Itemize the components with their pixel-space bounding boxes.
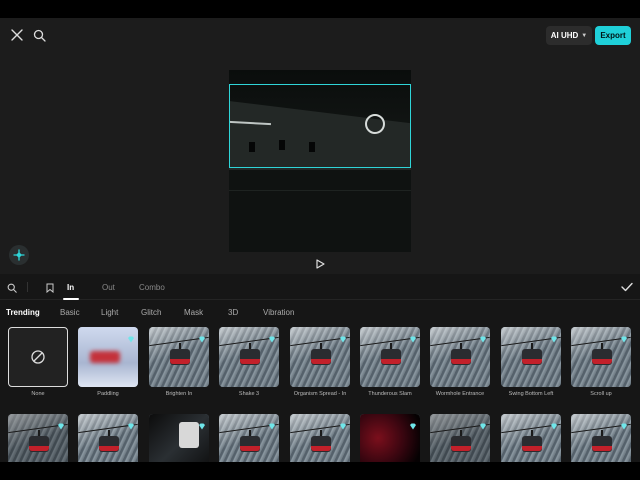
tab-out[interactable]: Out: [102, 283, 115, 292]
cable-car: [170, 349, 190, 365]
crop-selection-box[interactable]: [229, 84, 411, 168]
cable-car: [311, 349, 331, 365]
tab-row: [0, 274, 640, 300]
quality-dropdown[interactable]: AI UHD ▼: [546, 26, 592, 45]
cable-car: [311, 436, 331, 452]
cable-car: [240, 436, 260, 452]
effect-label: Paddling: [97, 391, 119, 397]
effect-label: Swing Bottom Left: [508, 391, 554, 397]
category-basic[interactable]: Basic: [60, 308, 80, 317]
effect-label: Thunderous Slam: [368, 391, 412, 397]
diamond-icon: [198, 417, 206, 430]
cable-car: [522, 436, 542, 452]
preview-lower: [229, 170, 411, 252]
diamond-icon: [409, 417, 417, 430]
chevron-down-icon: ▼: [581, 32, 588, 39]
effect-tile[interactable]: [571, 327, 631, 387]
preview-line: [229, 190, 411, 191]
category-vibration[interactable]: Vibration: [263, 308, 294, 317]
keyframe-button[interactable]: [9, 245, 29, 265]
diamond-icon: [620, 330, 628, 343]
cable-car: [451, 349, 471, 365]
active-tab-indicator: [63, 298, 79, 300]
effect-label: Organism Spread - In: [293, 391, 347, 397]
bookmark-icon: [46, 283, 54, 293]
cable-car: [381, 349, 401, 365]
close-button[interactable]: [8, 26, 26, 44]
none-icon: [31, 350, 45, 364]
bottom-bar: [0, 462, 640, 480]
diamond-icon: [550, 417, 558, 430]
cable-car: [90, 351, 120, 363]
divider: [27, 282, 28, 292]
cable-car: [522, 349, 542, 365]
effect-tile[interactable]: [78, 327, 138, 387]
diamond-icon: [198, 330, 206, 343]
close-icon: [11, 29, 23, 41]
category-trending[interactable]: Trending: [6, 308, 40, 317]
effect-label: Wormhole Entrance: [435, 391, 485, 397]
export-button[interactable]: Export: [595, 26, 631, 45]
search-button[interactable]: [30, 26, 48, 44]
diamond-icon: [479, 330, 487, 343]
tab-combo[interactable]: Combo: [139, 283, 165, 292]
diamond-icon: [268, 417, 276, 430]
tab-in[interactable]: In: [67, 283, 74, 292]
cable-car: [29, 436, 49, 452]
cable-car: [592, 436, 612, 452]
diamond-icon: [620, 417, 628, 430]
favorites-button[interactable]: [43, 281, 57, 295]
diamond-icon: [550, 330, 558, 343]
play-button[interactable]: [311, 255, 329, 273]
effect-none-tile[interactable]: [8, 327, 68, 387]
category-mask[interactable]: Mask: [184, 308, 203, 317]
effect-label: Shake 3: [238, 391, 260, 397]
effect-tile[interactable]: [430, 327, 490, 387]
search-icon: [33, 29, 46, 42]
diamond-icon: [479, 417, 487, 430]
diamond-icon: [409, 330, 417, 343]
effect-tile[interactable]: [501, 327, 561, 387]
diamond-icon: [339, 417, 347, 430]
quality-label: AI UHD: [550, 31, 579, 40]
category-3d[interactable]: 3D: [228, 308, 238, 317]
diamond-icon: [127, 330, 135, 343]
panel-search-button[interactable]: [5, 281, 19, 295]
diamond-icon: [127, 417, 135, 430]
effect-label: Brighten In: [165, 391, 193, 397]
category-glitch[interactable]: Glitch: [141, 308, 161, 317]
cable-car: [451, 436, 471, 452]
effect-tile[interactable]: [149, 327, 209, 387]
play-icon: [316, 259, 325, 269]
cable-car: [240, 349, 260, 365]
effect-label: None: [31, 391, 45, 397]
top-bar: [0, 0, 640, 18]
effect-tile[interactable]: [290, 327, 350, 387]
effect-tile[interactable]: [360, 327, 420, 387]
category-light[interactable]: Light: [101, 308, 118, 317]
confirm-button[interactable]: [619, 279, 635, 295]
keyframe-icon: [13, 249, 25, 261]
diamond-icon: [268, 330, 276, 343]
checkmark-icon: [621, 282, 633, 292]
diamond-icon: [57, 417, 65, 430]
effect-tile[interactable]: [219, 327, 279, 387]
cable-car: [592, 349, 612, 365]
effect-label: Scroll up: [590, 391, 612, 397]
search-icon: [7, 283, 17, 293]
cable-car: [179, 422, 199, 448]
diamond-icon: [339, 330, 347, 343]
cable-car: [99, 436, 119, 452]
